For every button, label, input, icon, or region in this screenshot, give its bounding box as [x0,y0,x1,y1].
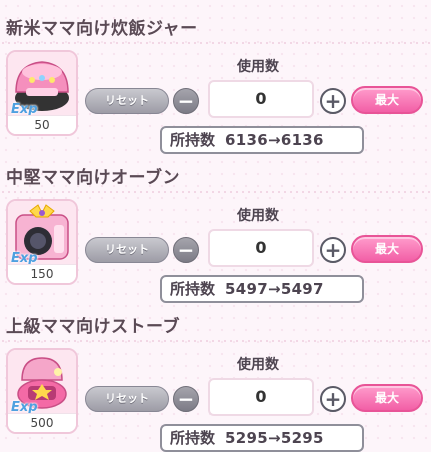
use-count-label: 使用数 [237,357,279,373]
owned-value: 6136→6136 [225,131,324,149]
minus-icon: − [177,387,195,411]
max-button[interactable]: 最大 [351,86,423,114]
item-card: Exp 150 [6,199,78,285]
owned-value: 5295→5295 [225,429,324,447]
reset-button[interactable]: リセット [85,386,169,412]
quantity-input[interactable]: 0 [208,378,314,416]
exp-value: 500 [8,413,76,432]
decrement-button[interactable]: − [173,386,199,412]
increment-button[interactable]: + [320,237,346,263]
item-card: Exp 50 [6,50,78,136]
max-button[interactable]: 最大 [351,384,423,412]
item-title: 上級ママ向けストーブ [6,317,180,337]
quantity-input[interactable]: 0 [208,229,314,267]
item-section: 上級ママ向けストーブ Exp 500 リセット − 使用数 0 + 最大 所持数… [0,298,431,452]
reset-button[interactable]: リセット [85,237,169,263]
exp-value: 50 [8,115,76,134]
item-card: Exp 500 [6,348,78,434]
item-title: 新米ママ向け炊飯ジャー [6,19,198,39]
plus-icon: + [324,387,342,411]
item-section: 中堅ママ向けオーブン Exp 150 リセット − 使用数 0 + 最大 所持数… [0,149,431,303]
increment-button[interactable]: + [320,386,346,412]
owned-label: 所持数 [170,280,216,298]
increment-button[interactable]: + [320,88,346,114]
owned-label: 所持数 [170,429,216,447]
decrement-button[interactable]: − [173,88,199,114]
use-count-label: 使用数 [237,59,279,75]
owned-label: 所持数 [170,131,216,149]
owned-value: 5497→5497 [225,280,324,298]
item-section: 新米ママ向け炊飯ジャー Exp 50 リセット − 使用数 0 + 最大 所持数… [0,0,431,154]
divider [0,340,431,342]
minus-icon: − [177,89,195,113]
divider [0,42,431,44]
decrement-button[interactable]: − [173,237,199,263]
divider [0,191,431,193]
minus-icon: − [177,238,195,262]
reset-button[interactable]: リセット [85,88,169,114]
plus-icon: + [324,238,342,262]
plus-icon: + [324,89,342,113]
max-button[interactable]: 最大 [351,235,423,263]
quantity-input[interactable]: 0 [208,80,314,118]
item-title: 中堅ママ向けオーブン [6,168,180,188]
exp-value: 150 [8,264,76,283]
use-count-label: 使用数 [237,208,279,224]
